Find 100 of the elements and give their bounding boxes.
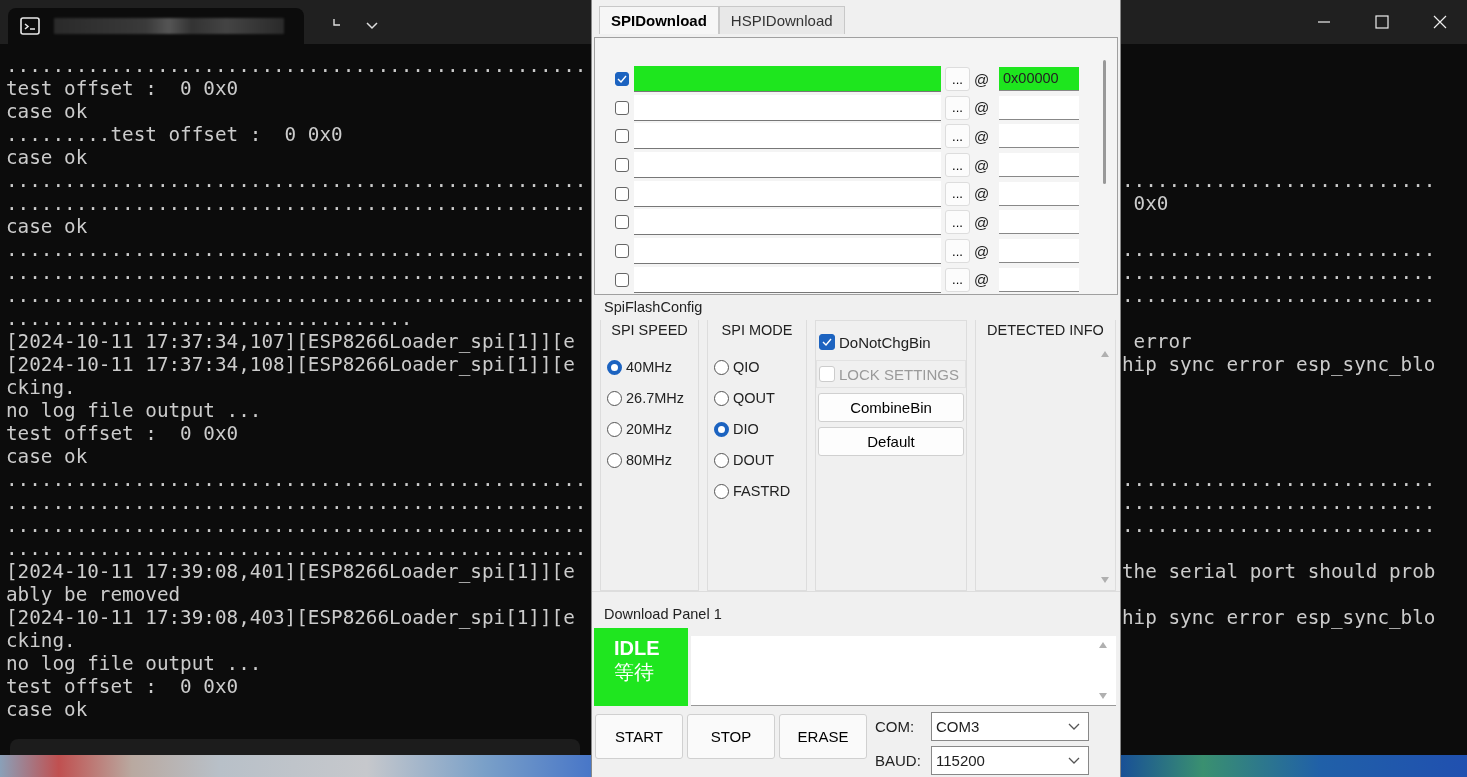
group-title: Download Panel 1 [603,605,723,624]
browse-button[interactable]: ... [945,181,970,206]
address-field[interactable] [999,153,1079,178]
radio-button[interactable] [607,452,622,468]
browse-button[interactable]: ... [945,153,970,178]
option-label: QOUT [733,390,775,406]
terminal-line: ........................... [1122,468,1436,491]
terminal-line: 0x0 [1132,192,1169,215]
file-path-field[interactable] [634,152,941,179]
chevron-down-icon [1068,722,1080,731]
group-title: SpiFlashConfig [603,298,704,316]
checkbox[interactable] [615,186,629,201]
terminal-line: cking. [6,376,76,399]
checkbox[interactable] [615,215,629,230]
address-field[interactable] [999,95,1079,120]
tab[interactable]: HSPIDownload [718,6,845,34]
radio-button[interactable] [607,421,622,437]
action-button[interactable]: ERASE [779,714,867,759]
option-label: 26.7MHz [626,390,685,406]
dropdown[interactable]: COM3 [931,712,1089,741]
at-label: @ [974,271,991,289]
browse-button[interactable]: ... [945,210,970,235]
option-label: QIO [733,359,760,375]
file-path-field[interactable] [634,180,941,207]
file-path-field[interactable] [634,266,941,293]
chevron-down-icon [1068,756,1080,765]
radio-option[interactable]: 80MHz [607,449,698,471]
checkmark-icon [822,338,832,346]
radio-option[interactable]: QOUT [714,387,806,409]
radio-option[interactable]: DIO [714,418,806,440]
terminal-line: [2024-10-11 17:37:34,107][ESP8266Loader_spi[1]][e [6,330,575,353]
dropdown-icon[interactable] [366,22,378,30]
terminal-line: .................................................. [6,491,587,514]
browse-button[interactable]: ... [945,95,970,120]
address-field[interactable] [999,124,1079,149]
at-label: @ [974,242,991,260]
terminal-line: ........................... [1122,169,1436,192]
browse-button[interactable]: ... [945,67,970,91]
tab[interactable]: SPIDownload [599,6,719,34]
terminal-line: the serial port should prob [1122,560,1436,583]
at-label: @ [974,70,991,88]
radio-button[interactable] [607,359,622,375]
terminal-line: cking. [6,629,76,652]
checkbox[interactable] [615,129,629,144]
terminal-line: case ok [6,146,88,169]
address-field[interactable] [999,181,1079,206]
radio-button[interactable] [607,390,622,406]
dropdown[interactable]: 115200 [931,746,1089,775]
group-title: DETECTED INFO [986,321,1105,340]
terminal-line: .................................................. [6,192,587,215]
address-field[interactable]: 0x00000 [999,67,1079,91]
action-button[interactable]: START [595,714,683,759]
radio-button[interactable] [714,359,729,375]
terminal-line: no log file output ... [6,399,262,422]
browse-button[interactable]: ... [945,239,970,264]
radio-button[interactable] [714,452,729,468]
checkbox[interactable] [615,272,629,287]
terminal-line: hip sync error esp_sync_blo [1122,353,1436,376]
address-field[interactable] [999,239,1079,264]
radio-option[interactable]: 20MHz [607,418,698,440]
address-field[interactable] [999,267,1079,292]
at-label: @ [974,213,991,231]
radio-button[interactable] [714,390,729,406]
scroll-thumb[interactable] [1103,60,1106,184]
file-path-field[interactable] [634,209,941,236]
checkbox[interactable] [615,158,629,173]
terminal-line: ........................... [1122,284,1436,307]
radio-option[interactable]: FASTRD [714,480,806,502]
file-path-field[interactable] [634,66,941,92]
file-path-field[interactable] [634,94,941,121]
checkbox-option[interactable]: DoNotChgBin [817,329,965,355]
radio-option[interactable]: 40MHz [607,356,698,378]
close-icon[interactable] [1433,15,1447,29]
field-label: BAUD: [875,752,922,769]
terminal-line: case ok [6,100,88,123]
terminal-line: [2024-10-11 17:37:34,108][ESP8266Loader_spi[1]][e [6,353,575,376]
radio-button[interactable] [714,421,729,437]
radio-button[interactable] [714,483,729,499]
file-path-field[interactable] [634,123,941,150]
address-field[interactable] [999,210,1079,235]
radio-option[interactable]: QIO [714,356,806,378]
radio-option[interactable]: DOUT [714,449,806,471]
terminal-line: test offset : 0 0x0 [6,77,239,100]
action-button[interactable]: STOP [687,714,775,759]
action-button[interactable]: Default [818,427,964,456]
checkbox[interactable] [615,72,629,86]
maximize-icon[interactable] [1375,15,1389,29]
browse-button[interactable]: ... [945,267,970,292]
checkbox[interactable] [819,334,835,350]
checkbox[interactable] [615,244,629,259]
terminal-tab[interactable] [8,8,304,44]
checkmark-icon [617,75,627,83]
checkbox[interactable] [615,100,629,115]
action-button[interactable]: CombineBin [818,393,964,422]
scroll-bar[interactable] [10,739,580,755]
at-label: @ [974,156,991,174]
file-path-field[interactable] [634,238,941,265]
terminal-line: ably be removed [6,583,181,606]
browse-button[interactable]: ... [945,124,970,149]
radio-option[interactable]: 26.7MHz [607,387,698,409]
